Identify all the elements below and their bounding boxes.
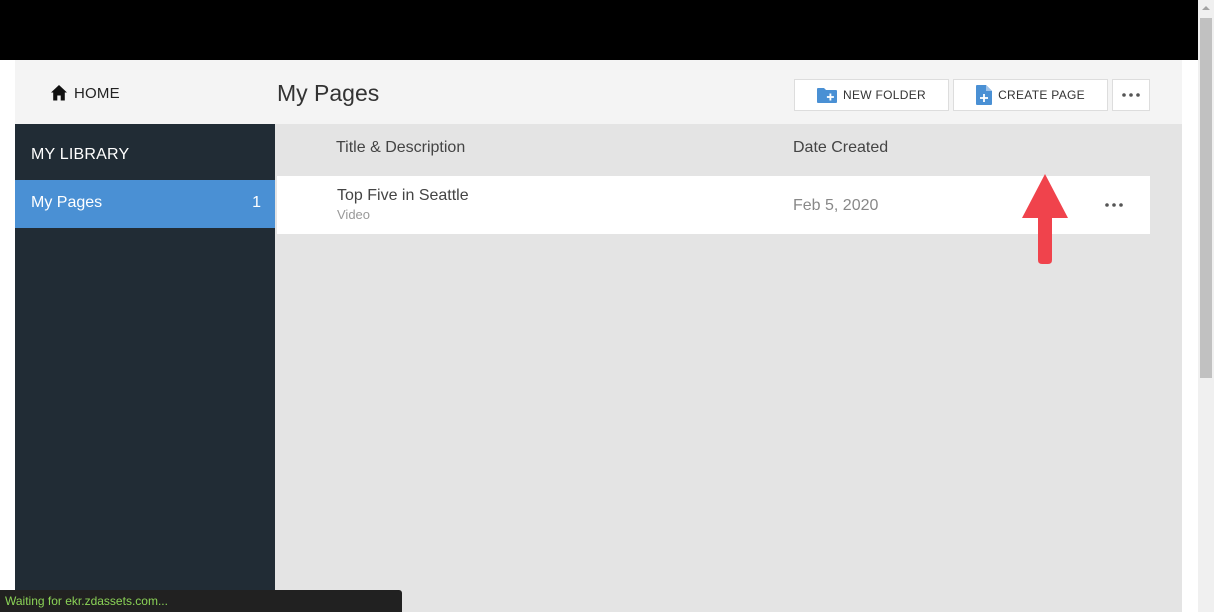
column-header-title[interactable]: Title & Description <box>336 139 465 157</box>
folder-plus-icon <box>816 88 837 103</box>
status-text: Waiting for ekr.zdassets.com... <box>5 594 168 608</box>
row-subtitle: Video <box>337 207 371 222</box>
column-header-date[interactable]: Date Created <box>793 139 888 157</box>
new-folder-button[interactable]: NEW FOLDER <box>794 79 949 111</box>
scrollbar-thumb[interactable] <box>1200 18 1212 378</box>
create-page-label: CREATE PAGE <box>998 88 1085 102</box>
new-folder-label: NEW FOLDER <box>842 88 926 102</box>
sidebar-item-count: 1 <box>252 194 261 211</box>
row-more-button[interactable] <box>1101 197 1127 213</box>
red-arrow-up-icon <box>1022 174 1068 264</box>
scroll-up-arrow-icon[interactable] <box>1198 0 1214 16</box>
page-scrollbar[interactable] <box>1198 0 1214 612</box>
page-title: My Pages <box>277 80 380 106</box>
document-plus-icon <box>976 85 993 105</box>
sidebar-title: MY LIBRARY <box>31 146 130 163</box>
row-title: Top Five in Seattle <box>337 187 469 204</box>
home-label: HOME <box>74 84 120 102</box>
create-page-button[interactable]: CREATE PAGE <box>953 79 1108 111</box>
home-icon <box>51 85 67 101</box>
sidebar-item-label: My Pages <box>31 194 103 211</box>
more-options-button[interactable] <box>1112 79 1150 111</box>
home-link[interactable]: HOME <box>50 83 120 103</box>
row-date: Feb 5, 2020 <box>793 197 879 214</box>
sidebar: MY LIBRARY My Pages 1 <box>15 124 275 612</box>
ellipsis-icon <box>1105 203 1123 207</box>
sidebar-item-my-pages[interactable]: My Pages 1 <box>15 180 275 228</box>
library-app: HOME MY LIBRARY My Pages 1 <box>15 60 1182 612</box>
browser-top-bar <box>0 0 1198 60</box>
ellipsis-icon <box>1122 93 1140 97</box>
browser-status-bar: Waiting for ekr.zdassets.com... <box>0 590 402 612</box>
